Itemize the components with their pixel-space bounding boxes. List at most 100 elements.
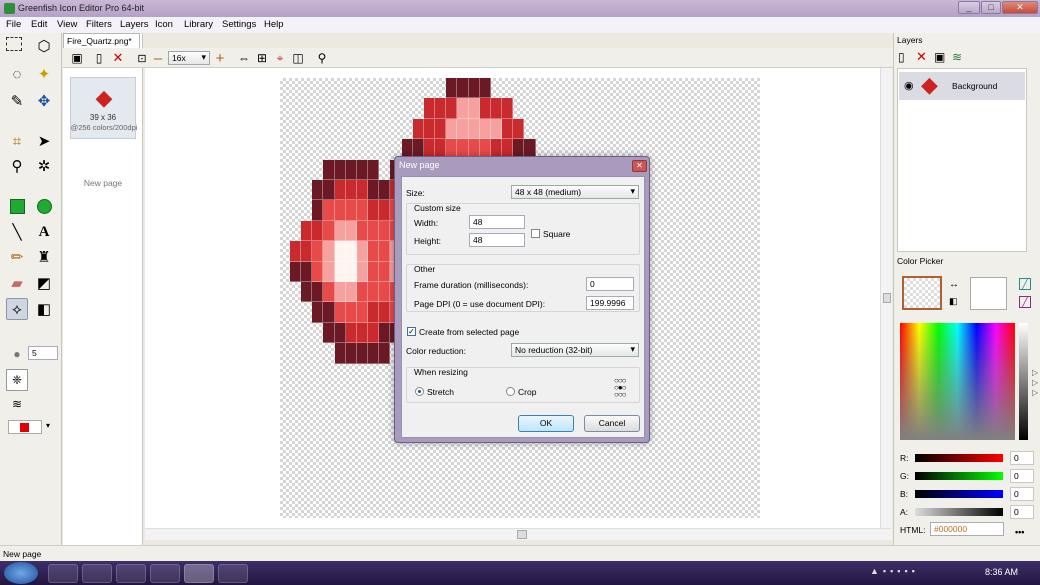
start-button[interactable]: [4, 562, 38, 584]
create-from-selected-checkbox[interactable]: ✓: [407, 327, 416, 336]
primary-color-swatch[interactable]: [902, 276, 942, 310]
size-select[interactable]: 48 x 48 (medium): [511, 185, 639, 199]
merge-layers-icon[interactable]: ≋: [952, 50, 962, 64]
reset-colors-icon[interactable]: ◧: [949, 296, 958, 307]
ok-button[interactable]: OK: [518, 415, 574, 432]
tray-icons[interactable]: ▲▪▪▪▪▪: [870, 566, 970, 580]
menu-file[interactable]: File: [6, 19, 21, 30]
zoom-in-icon[interactable]: +: [209, 47, 231, 69]
r-value[interactable]: 0: [1010, 451, 1034, 465]
pencil-icon[interactable]: ✏: [6, 246, 28, 268]
menu-view[interactable]: View: [57, 19, 77, 30]
dpi-input[interactable]: 199.9996: [586, 296, 634, 310]
rectangle-icon[interactable]: [9, 198, 25, 214]
horizontal-scrollbar[interactable]: [145, 528, 891, 540]
transparent-color-icon[interactable]: ╱: [1019, 278, 1031, 290]
minimize-button[interactable]: _: [958, 1, 980, 14]
save-icon[interactable]: ▣: [66, 47, 88, 69]
new-page-link[interactable]: New page: [70, 178, 136, 188]
frame-duration-input[interactable]: 0: [586, 277, 634, 291]
delete-icon[interactable]: ✕: [107, 47, 129, 69]
eraser-icon[interactable]: ▰: [6, 272, 28, 294]
r-slider[interactable]: [915, 454, 1003, 462]
tile-icon[interactable]: ◫: [287, 47, 309, 69]
taskbar-app-6[interactable]: [218, 564, 248, 583]
eye-icon[interactable]: ◉: [904, 79, 914, 92]
b-value[interactable]: 0: [1010, 487, 1034, 501]
close-button[interactable]: ✕: [1002, 1, 1038, 14]
menu-settings[interactable]: Settings: [222, 19, 256, 30]
delete-layer-icon[interactable]: ✕: [916, 49, 927, 65]
pen-icon[interactable]: ✎: [6, 90, 28, 112]
menu-icon[interactable]: Icon: [155, 19, 173, 30]
crop-radio[interactable]: [506, 387, 515, 396]
recolor-icon[interactable]: ⟡: [6, 298, 28, 320]
canvas-pixel: [479, 118, 491, 140]
zoom-out-icon[interactable]: –: [147, 47, 169, 69]
dialog-close-button[interactable]: ✕: [632, 160, 647, 172]
taskbar-app-3[interactable]: [116, 564, 146, 583]
g-slider[interactable]: [915, 472, 1003, 480]
hscroll-thumb[interactable]: [517, 530, 527, 539]
rect-select-icon[interactable]: [6, 37, 22, 51]
brush-size-input[interactable]: 5: [28, 346, 58, 360]
maximize-button[interactable]: □: [981, 1, 1001, 14]
brush-shape-icon[interactable]: ●: [6, 343, 28, 365]
hue-saturation-field[interactable]: [900, 323, 1015, 440]
square-checkbox[interactable]: [531, 229, 540, 238]
g-value[interactable]: 0: [1010, 469, 1034, 483]
gradient-icon[interactable]: ◧: [33, 298, 55, 320]
color-reduction-select[interactable]: No reduction (32-bit): [511, 343, 639, 357]
crop-icon[interactable]: ⌗: [6, 130, 28, 152]
canvas-pixel: [379, 282, 391, 303]
height-input[interactable]: 48: [469, 233, 525, 247]
secondary-color-swatch[interactable]: [970, 277, 1007, 310]
menu-edit[interactable]: Edit: [31, 19, 47, 30]
color-replace-icon[interactable]: ✲: [33, 155, 55, 177]
taskbar-app-2[interactable]: [82, 564, 112, 583]
taskbar-app-4[interactable]: [150, 564, 180, 583]
stretch-radio[interactable]: [415, 387, 424, 396]
menu-help[interactable]: Help: [264, 19, 284, 30]
page-thumbnail[interactable]: ◆ 39 x 36 @256 colors/200dpi: [70, 77, 137, 139]
text-icon[interactable]: A: [33, 221, 55, 243]
more-options-icon[interactable]: •••: [1015, 527, 1024, 537]
a-slider[interactable]: [915, 508, 1003, 516]
cancel-button[interactable]: Cancel: [584, 415, 640, 432]
swap-colors-icon[interactable]: ↔: [949, 279, 959, 290]
vscroll-thumb[interactable]: [883, 293, 891, 303]
menu-layers[interactable]: Layers: [120, 19, 149, 30]
html-color-input[interactable]: #000000: [930, 522, 1004, 536]
layer-props-icon[interactable]: ▣: [934, 50, 945, 64]
width-input[interactable]: 48: [469, 215, 525, 229]
pattern-icon[interactable]: ❈: [6, 369, 28, 391]
ellipse-icon[interactable]: [36, 198, 52, 214]
zoom-select[interactable]: 16x: [168, 51, 210, 65]
brightness-bar[interactable]: [1019, 323, 1028, 440]
blend-icon[interactable]: ≋: [6, 393, 28, 415]
brightness-arrows-icon[interactable]: ▷ ▷ ▷: [1032, 368, 1038, 398]
menu-filters[interactable]: Filters: [86, 19, 112, 30]
taskbar-app-5[interactable]: [184, 564, 214, 583]
new-layer-icon[interactable]: ▯: [898, 50, 905, 64]
a-value[interactable]: 0: [1010, 505, 1034, 519]
brush-icon[interactable]: ♜: [33, 246, 55, 268]
menu-library[interactable]: Library: [184, 19, 213, 30]
line-icon[interactable]: ╲: [6, 221, 28, 243]
b-slider[interactable]: [915, 490, 1003, 498]
vertical-scrollbar[interactable]: [880, 68, 892, 540]
eyedropper-icon[interactable]: ⚲: [6, 155, 28, 177]
layer-item-background[interactable]: ◉ ◆ Background: [899, 72, 1025, 100]
document-tab[interactable]: Fire_Quartz.png*: [63, 33, 140, 48]
move-icon[interactable]: ✥: [33, 90, 55, 112]
anchor-grid-icon[interactable]: ○○○ ○●○ ○○○: [614, 377, 636, 399]
search-icon[interactable]: ⚲: [311, 47, 333, 69]
free-select-icon[interactable]: ⬡: [33, 35, 55, 57]
lasso-icon[interactable]: ◌: [6, 63, 28, 85]
invert-color-icon[interactable]: ╱: [1019, 296, 1031, 308]
magic-wand-icon[interactable]: ✦: [33, 63, 55, 85]
color-selector[interactable]: ▾: [8, 420, 50, 434]
pointer-icon[interactable]: ➤: [33, 130, 55, 152]
fill-icon[interactable]: ◩: [33, 272, 55, 294]
taskbar-app-1[interactable]: [48, 564, 78, 583]
